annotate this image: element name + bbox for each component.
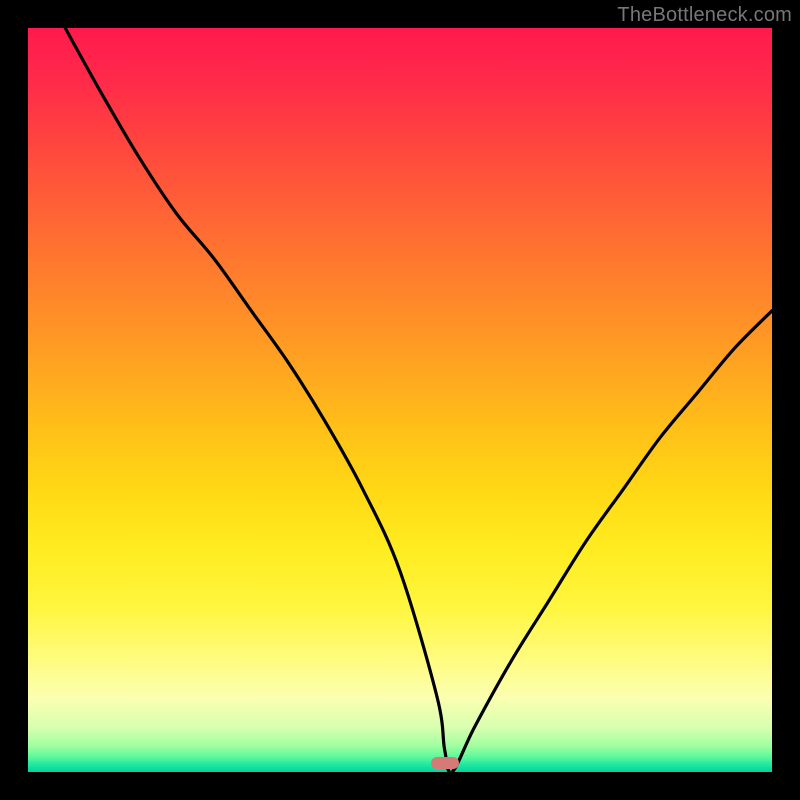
watermark-text: TheBottleneck.com [617, 4, 792, 27]
bottleneck-curve [28, 28, 772, 772]
chart-frame: TheBottleneck.com [0, 0, 800, 800]
plot-area [28, 28, 772, 772]
optimal-point-marker [431, 757, 459, 769]
